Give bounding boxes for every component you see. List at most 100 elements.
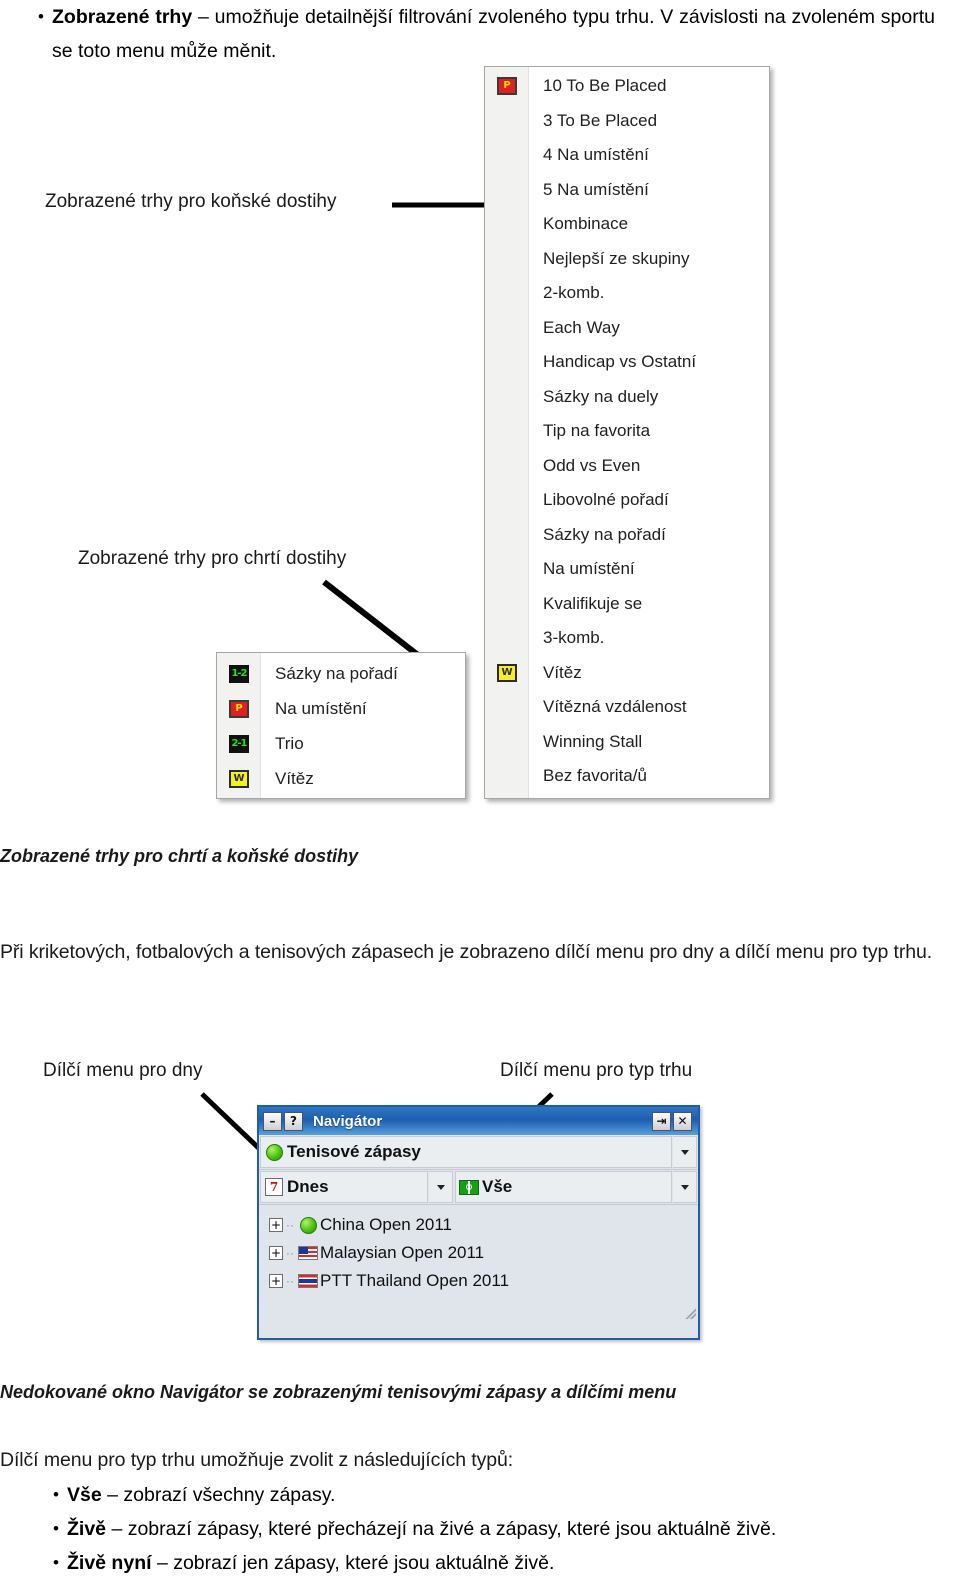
navigator-title-bar[interactable]: – ? Navigátor ⇥ ✕ xyxy=(259,1107,698,1135)
menu-item[interactable]: Winning Stall xyxy=(485,725,769,760)
intro-term: Zobrazené trhy xyxy=(52,6,193,28)
tree-connector: ·· xyxy=(286,1218,294,1232)
horse-market-menu[interactable]: P 10 To Be Placed 3 To Be Placed 4 Na um… xyxy=(484,66,770,799)
menu-item-label: Sázky na pořadí xyxy=(275,663,398,683)
list-item[interactable]: + ·· China Open 2011 xyxy=(259,1211,698,1239)
day-combo-chevron-down-icon[interactable] xyxy=(429,1171,453,1203)
tree-item-label: China Open 2011 xyxy=(320,1215,453,1234)
resize-grip[interactable] xyxy=(684,1307,696,1319)
navigator-window[interactable]: – ? Navigátor ⇥ ✕ Tenisové zápasy 7 Dnes… xyxy=(257,1105,700,1340)
type-list-text: Živě – zobrazí zápasy, které přecházejí … xyxy=(67,1512,935,1546)
close-icon[interactable]: ✕ xyxy=(673,1111,692,1131)
menu-item[interactable]: Bez favorita/ů xyxy=(485,759,769,794)
placed-p-icon: P xyxy=(217,699,261,718)
help-icon[interactable]: ? xyxy=(284,1111,303,1131)
minimize-icon[interactable]: – xyxy=(263,1111,282,1131)
intro-bullet: • Zobrazené trhy – umožňuje detailnější … xyxy=(30,0,935,68)
winner-w-icon: W xyxy=(217,769,261,788)
menu-item-label: Kvalifikuje se xyxy=(543,593,643,613)
expander-plus-icon[interactable]: + xyxy=(269,1274,283,1288)
sport-combo-label: Tenisové zápasy xyxy=(287,1142,421,1161)
expander-plus-icon[interactable]: + xyxy=(269,1218,283,1232)
pin-icon[interactable]: ⇥ xyxy=(652,1111,671,1131)
tree-item-label: Malaysian Open 2011 xyxy=(320,1243,485,1262)
day-combo[interactable]: 7 Dnes xyxy=(260,1171,428,1203)
expander-plus-icon[interactable]: + xyxy=(269,1246,283,1260)
tree-item-label: PTT Thailand Open 2011 xyxy=(320,1271,510,1290)
menu-item[interactable]: Vítězná vzdálenost xyxy=(485,690,769,725)
menu-item-label: Sázky na duely xyxy=(543,386,659,406)
menu-item-label: 2-komb. xyxy=(543,283,605,303)
sport-combo-chevron-down-icon[interactable] xyxy=(673,1136,697,1168)
menu-item[interactable]: W Vítěz xyxy=(217,761,465,796)
filter-combo-row: 7 Dnes Vše xyxy=(259,1170,698,1205)
menu-item[interactable]: 2-komb. xyxy=(485,276,769,311)
menu-item[interactable]: P Na umístění xyxy=(217,691,465,726)
greyhound-market-menu[interactable]: 1-2 Sázky na pořadí P Na umístění 2-1 Tr… xyxy=(216,652,466,799)
type-list-text: Vše – zobrazí všechny zápasy. xyxy=(67,1478,935,1512)
menu-item[interactable]: P 10 To Be Placed xyxy=(485,69,769,104)
list-item[interactable]: + ·· Malaysian Open 2011 xyxy=(259,1239,698,1267)
type-combo-chevron-down-icon[interactable] xyxy=(673,1171,697,1203)
type-rest: – zobrazí zápasy, které přecházejí na ži… xyxy=(106,1518,777,1540)
menu-item[interactable]: Sázky na duely xyxy=(485,380,769,415)
sport-combo[interactable]: Tenisové zápasy xyxy=(260,1136,672,1168)
menu-item-label: Winning Stall xyxy=(543,731,643,751)
menu-item[interactable]: 1-2 Sázky na pořadí xyxy=(217,656,465,691)
type-rest: – zobrazí všechny zápasy. xyxy=(101,1484,336,1506)
type-list-item-zive-nyni: • Živě nyní – zobrazí jen zápasy, které … xyxy=(45,1546,935,1580)
menu-item[interactable]: Tip na favorita xyxy=(485,414,769,449)
type-term: Živě xyxy=(67,1518,107,1540)
bullet-glyph: • xyxy=(53,1485,59,1504)
menu-item[interactable]: Na umístění xyxy=(485,552,769,587)
sport-combo-row: Tenisové zápasy xyxy=(259,1135,698,1170)
forecast-1-2-glyph: 1-2 xyxy=(229,664,249,683)
menu-item[interactable]: Kombinace xyxy=(485,207,769,242)
menu-item[interactable]: Libovolné pořadí xyxy=(485,483,769,518)
flag-malaysia-icon xyxy=(296,1246,320,1260)
tree-connector: ·· xyxy=(286,1274,294,1288)
horse-market-menu-list: P 10 To Be Placed 3 To Be Placed 4 Na um… xyxy=(485,67,769,794)
greyhound-market-menu-list: 1-2 Sázky na pořadí P Na umístění 2-1 Tr… xyxy=(217,653,465,796)
green-ball-icon xyxy=(261,1143,287,1161)
callout-market-type-submenu: Dílčí menu pro typ trhu xyxy=(500,1060,693,1081)
winner-w-glyph: W xyxy=(229,769,249,788)
court-icon xyxy=(456,1179,482,1195)
type-list-item-vse: • Vše – zobrazí všechny zápasy. xyxy=(45,1478,935,1512)
menu-item[interactable]: 2-1 Trio xyxy=(217,726,465,761)
green-ball-icon xyxy=(296,1216,320,1234)
menu-item[interactable]: Each Way xyxy=(485,311,769,346)
bullet-glyph: • xyxy=(53,1519,59,1538)
callout-horse-label: Zobrazené trhy pro koňské dostihy xyxy=(45,191,337,212)
menu-item-label: Na umístění xyxy=(275,698,367,718)
callout-days-submenu: Dílčí menu pro dny xyxy=(43,1060,203,1081)
menu-item[interactable]: Kvalifikuje se xyxy=(485,587,769,622)
calendar-icon: 7 xyxy=(261,1178,287,1196)
flag-thailand-icon xyxy=(296,1274,320,1288)
menu-item[interactable]: Sázky na pořadí xyxy=(485,518,769,553)
list-item[interactable]: + ·· PTT Thailand Open 2011 xyxy=(259,1267,698,1295)
intro-text: Zobrazené trhy – umožňuje detailnější fi… xyxy=(52,0,935,68)
racing-caption: Zobrazené trhy pro chrtí a koňské dostih… xyxy=(0,846,359,866)
menu-item[interactable]: W Vítěz xyxy=(485,656,769,691)
menu-item-label: 3-komb. xyxy=(543,628,605,648)
placed-p-glyph: P xyxy=(497,77,517,96)
tree-connector: ·· xyxy=(286,1246,294,1260)
menu-item-label: Na umístění xyxy=(543,559,635,579)
menu-item[interactable]: 5 Na umístění xyxy=(485,173,769,208)
type-term: Vše xyxy=(67,1484,102,1506)
menu-item[interactable]: 4 Na umístění xyxy=(485,138,769,173)
menu-item-label: Kombinace xyxy=(543,214,629,234)
menu-item[interactable]: Odd vs Even xyxy=(485,449,769,484)
type-combo[interactable]: Vše xyxy=(455,1171,672,1203)
navigator-tree: + ·· China Open 2011 + ·· Malaysian Open… xyxy=(259,1205,698,1321)
bullet-glyph: • xyxy=(53,1553,59,1572)
menu-item[interactable]: 3-komb. xyxy=(485,621,769,656)
reverse-2-1-icon: 2-1 xyxy=(217,734,261,753)
menu-item[interactable]: 3 To Be Placed xyxy=(485,104,769,139)
type-list-item-zive: • Živě – zobrazí zápasy, které přecházej… xyxy=(45,1512,935,1546)
menu-item-label: Handicap vs Ostatní xyxy=(543,352,697,372)
winner-w-glyph: W xyxy=(497,663,517,682)
menu-item[interactable]: Nejlepší ze skupiny xyxy=(485,242,769,277)
menu-item[interactable]: Handicap vs Ostatní xyxy=(485,345,769,380)
